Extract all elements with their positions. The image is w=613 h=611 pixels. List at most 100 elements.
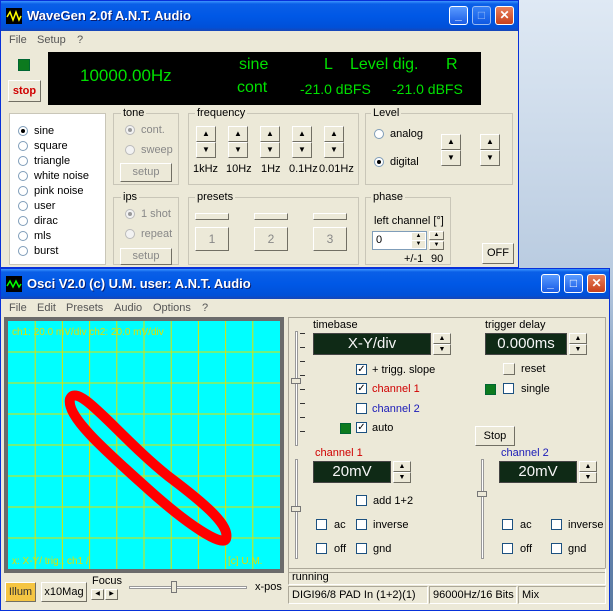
tone-setup-button[interactable]: setup xyxy=(120,163,172,182)
channel1-checkbox[interactable]: ✓ xyxy=(356,383,367,394)
preset-1-button[interactable]: 1 xyxy=(195,227,229,251)
single-checkbox[interactable] xyxy=(503,383,514,394)
level-left-down[interactable]: ▼ xyxy=(441,150,461,166)
ch1-gnd-checkbox[interactable] xyxy=(356,543,367,554)
channel2-down[interactable]: ▼ xyxy=(579,472,597,483)
osci-menu-audio[interactable]: Audio xyxy=(114,302,142,314)
ch2-off-checkbox[interactable] xyxy=(502,543,513,554)
osci-menu-presets[interactable]: Presets xyxy=(66,302,103,314)
scope-screen[interactable]: ch1: 20.0 mV/div ch2: 20.0 mV/div x: X-Y… xyxy=(8,321,280,569)
radio-ips-repeat[interactable] xyxy=(125,229,135,239)
phase-step-down[interactable]: ▼ xyxy=(429,241,444,250)
maximize-button[interactable]: □ xyxy=(472,6,491,25)
off-button[interactable]: OFF xyxy=(482,243,514,264)
channel2-slider-thumb[interactable] xyxy=(477,491,487,497)
radio-tone-cont[interactable] xyxy=(125,125,135,135)
reset-button[interactable] xyxy=(503,363,515,375)
radio-triangle[interactable] xyxy=(18,156,28,166)
trigg-slope-checkbox[interactable]: ✓ xyxy=(356,364,367,375)
phase-spin-up[interactable]: ▲ xyxy=(412,233,425,240)
channel2-slider-track[interactable] xyxy=(481,459,484,559)
ips-setup-button[interactable]: setup xyxy=(120,248,172,265)
freq-1hz-up[interactable]: ▲ xyxy=(260,126,280,142)
preset-2-save[interactable] xyxy=(254,213,288,220)
preset-3-button[interactable]: 3 xyxy=(313,227,347,251)
level-right-up[interactable]: ▲ xyxy=(480,134,500,150)
radio-ips-1shot[interactable] xyxy=(125,209,135,219)
timebase-down[interactable]: ▼ xyxy=(433,344,451,355)
trigger-delay-up[interactable]: ▲ xyxy=(569,333,587,344)
level-right-down[interactable]: ▼ xyxy=(480,150,500,166)
freq-10hz-down[interactable]: ▼ xyxy=(228,142,248,158)
freq-001hz-up[interactable]: ▲ xyxy=(324,126,344,142)
xpos-slider-thumb[interactable] xyxy=(171,581,177,593)
timebase-slider-thumb[interactable] xyxy=(291,378,301,384)
radio-level-analog[interactable] xyxy=(374,129,384,139)
trigger-delay-down[interactable]: ▼ xyxy=(569,344,587,355)
radio-level-digital[interactable] xyxy=(374,157,384,167)
stop-button[interactable]: stop xyxy=(8,80,41,102)
osci-maximize-button[interactable]: □ xyxy=(564,274,583,293)
channel2-up[interactable]: ▲ xyxy=(579,461,597,472)
menu-help[interactable]: ? xyxy=(77,34,83,46)
minimize-button[interactable]: _ xyxy=(449,6,468,25)
timebase-slider-track[interactable] xyxy=(295,331,298,446)
add12-checkbox[interactable] xyxy=(356,495,367,506)
phase-step-up[interactable]: ▲ xyxy=(429,231,444,240)
channel2-checkbox[interactable] xyxy=(356,403,367,414)
freq-1khz-up[interactable]: ▲ xyxy=(196,126,216,142)
level-analog-label: analog xyxy=(390,128,424,140)
freq-01hz-down[interactable]: ▼ xyxy=(292,142,312,158)
freq-01hz-up[interactable]: ▲ xyxy=(292,126,312,142)
status-device-text: DIGI96/8 PAD In (1+2)(1) xyxy=(292,589,416,601)
wavegen-titlebar[interactable]: WaveGen 2.0f A.N.T. Audio _ □ ✕ xyxy=(1,1,518,31)
phase-spin-down[interactable]: ▼ xyxy=(412,241,425,248)
freq-1hz-down[interactable]: ▼ xyxy=(260,142,280,158)
menu-file[interactable]: File xyxy=(9,34,27,46)
radio-white-noise[interactable] xyxy=(18,171,28,181)
radio-burst[interactable] xyxy=(18,246,28,256)
menu-setup[interactable]: Setup xyxy=(37,34,66,46)
preset-1-save[interactable] xyxy=(195,213,229,220)
xpos-slider-track[interactable] xyxy=(129,586,247,589)
ch2-ac-checkbox[interactable] xyxy=(502,519,513,530)
ch1-inverse-checkbox[interactable] xyxy=(356,519,367,530)
radio-pink-noise[interactable] xyxy=(18,186,28,196)
osci-titlebar[interactable]: Osci V2.0 (c) U.M. user: A.N.T. Audio _ … xyxy=(1,269,609,299)
radio-dirac[interactable] xyxy=(18,216,28,226)
preset-2-button[interactable]: 2 xyxy=(254,227,288,251)
illum-button[interactable]: Illum xyxy=(5,582,36,602)
ch2-gnd-checkbox[interactable] xyxy=(551,543,562,554)
osci-menu-help[interactable]: ? xyxy=(202,302,208,314)
freq-001hz-down[interactable]: ▼ xyxy=(324,142,344,158)
close-button[interactable]: ✕ xyxy=(495,6,514,25)
timebase-up[interactable]: ▲ xyxy=(433,333,451,344)
osci-menu-options[interactable]: Options xyxy=(153,302,191,314)
osci-menu-file[interactable]: File xyxy=(9,302,27,314)
preset-3-save[interactable] xyxy=(313,213,347,220)
freq-1khz-down[interactable]: ▼ xyxy=(196,142,216,158)
radio-mls[interactable] xyxy=(18,231,28,241)
channel1-down[interactable]: ▼ xyxy=(393,472,411,483)
radio-user[interactable] xyxy=(18,201,28,211)
radio-sine[interactable] xyxy=(18,126,28,136)
freq-10hz-up[interactable]: ▲ xyxy=(228,126,248,142)
channel1-slider-thumb[interactable] xyxy=(291,506,301,512)
ch1-ac-checkbox[interactable] xyxy=(316,519,327,530)
x10mag-button[interactable]: x10Mag xyxy=(41,582,87,602)
osci-menu-edit[interactable]: Edit xyxy=(37,302,56,314)
auto-checkbox[interactable]: ✓ xyxy=(356,422,367,433)
osci-title: Osci V2.0 (c) U.M. user: A.N.T. Audio xyxy=(27,276,251,291)
ch2-inverse-checkbox[interactable] xyxy=(551,519,562,530)
osci-stop-button[interactable]: Stop xyxy=(475,426,515,446)
level-left-up[interactable]: ▲ xyxy=(441,134,461,150)
osci-minimize-button[interactable]: _ xyxy=(541,274,560,293)
radio-tone-sweep[interactable] xyxy=(125,145,135,155)
osci-close-button[interactable]: ✕ xyxy=(587,274,606,293)
focus-left[interactable]: ◀ xyxy=(91,589,104,600)
channel1-up[interactable]: ▲ xyxy=(393,461,411,472)
focus-right[interactable]: ▶ xyxy=(105,589,118,600)
ch1-off-checkbox[interactable] xyxy=(316,543,327,554)
phase-input[interactable]: 0 ▲ ▼ xyxy=(372,231,427,250)
radio-square[interactable] xyxy=(18,141,28,151)
